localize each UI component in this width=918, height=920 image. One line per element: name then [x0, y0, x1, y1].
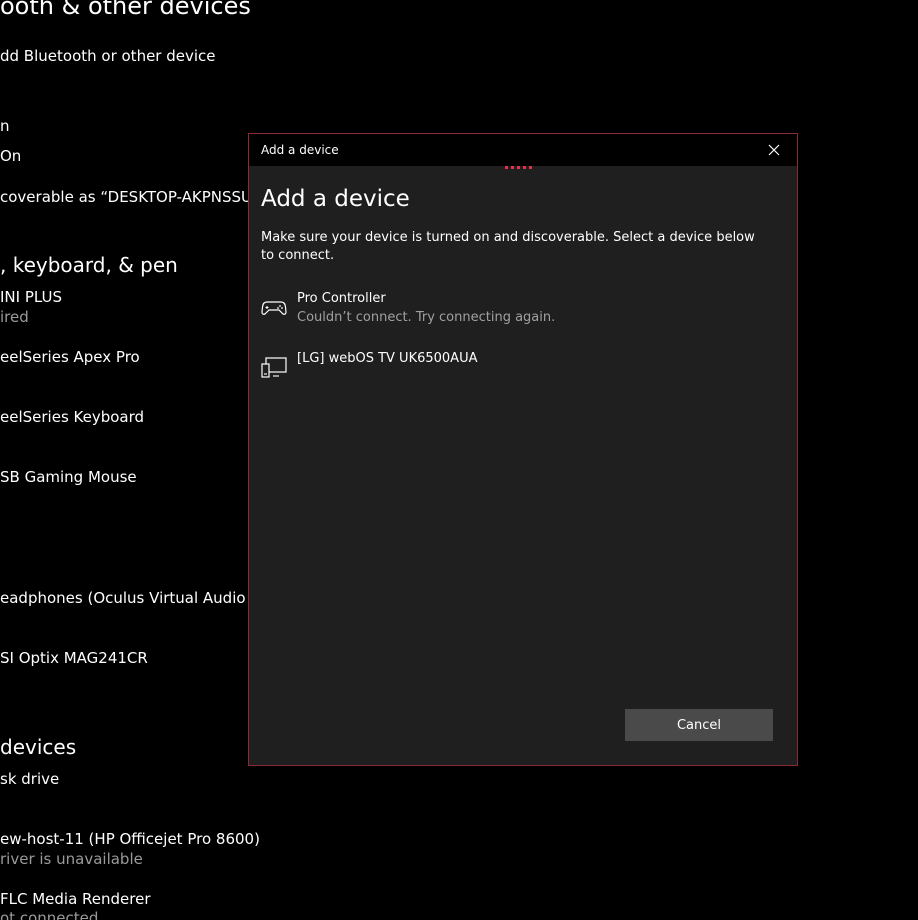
device-status: Couldn’t connect. Try connecting again. [297, 310, 556, 325]
display-device-icon [261, 357, 287, 378]
device-list-item-name[interactable]: eelSeries Apex Pro [0, 348, 140, 366]
add-device-dialog: Add a device Add a device Make sure your… [248, 133, 798, 766]
dialog-description: Make sure your device is turned on and d… [261, 230, 755, 263]
discoverable-text: coverable as “DESKTOP-AKPNSSU” [0, 188, 260, 206]
section-other-devices: devices [0, 735, 77, 759]
page-title: ooth & other devices [0, 0, 251, 20]
gamepad-icon [261, 301, 287, 315]
dialog-titlebar[interactable]: Add a device [249, 134, 797, 166]
device-list-item-status: ot connected [0, 909, 99, 920]
device-list-item-name[interactable]: FLC Media Renderer [0, 890, 151, 908]
section-mouse-keyboard: , keyboard, & pen [0, 253, 178, 277]
cancel-button[interactable]: Cancel [625, 709, 773, 741]
device-item-pro-controller[interactable]: Pro Controller Couldn’t connect. Try con… [249, 289, 797, 339]
device-list-item-status: ired [0, 308, 29, 326]
device-item-lg-tv[interactable]: [LG] webOS TV UK6500AUA [249, 349, 797, 399]
close-button[interactable] [751, 134, 797, 166]
device-list-item-name[interactable]: SB Gaming Mouse [0, 468, 137, 486]
close-icon [768, 144, 780, 156]
bluetooth-label: n [0, 117, 10, 135]
device-name: [LG] webOS TV UK6500AUA [297, 351, 478, 366]
device-list-item-name[interactable]: eadphones (Oculus Virtual Audio Devi [0, 589, 284, 607]
add-device-link[interactable]: dd Bluetooth or other device [0, 47, 216, 65]
device-list-item-name[interactable]: INI PLUS [0, 288, 62, 306]
device-list-item-name[interactable]: ew-host-11 (HP Officejet Pro 8600) [0, 830, 260, 848]
dialog-window-title: Add a device [261, 143, 339, 157]
device-list-item-name[interactable]: eelSeries Keyboard [0, 408, 144, 426]
dialog-heading: Add a device [261, 186, 410, 212]
search-progress-indicator [505, 166, 545, 170]
device-list-item-name[interactable]: sk drive [0, 770, 59, 788]
device-list-item-name[interactable]: SI Optix MAG241CR [0, 649, 148, 667]
device-list-item-status: river is unavailable [0, 850, 143, 868]
bluetooth-toggle-state[interactable]: On [0, 147, 21, 165]
device-name: Pro Controller [297, 291, 386, 306]
